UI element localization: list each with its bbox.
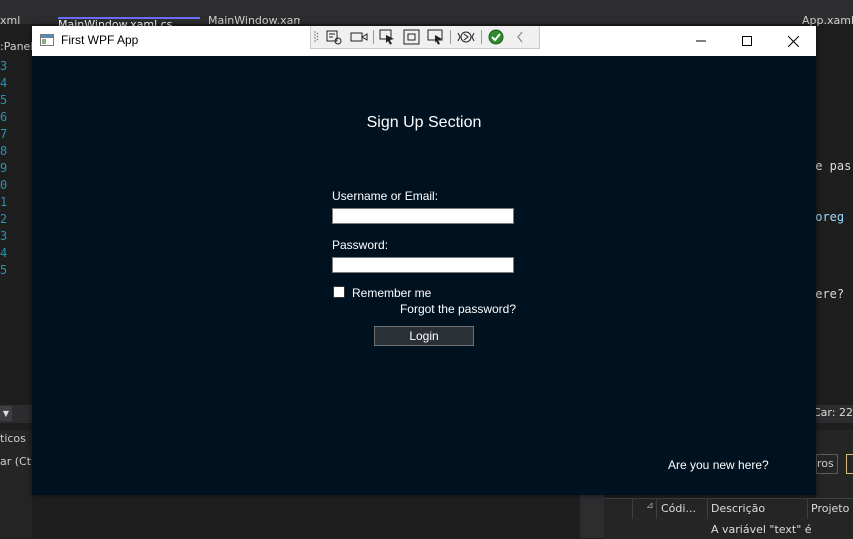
- line-number: 5: [0, 263, 8, 277]
- grip-icon[interactable]: [313, 29, 319, 45]
- maximize-icon: [742, 36, 752, 46]
- ide-navigation-label: :Panel: [0, 40, 34, 53]
- wpf-window-icon: [40, 34, 54, 46]
- toolbar-separator: [373, 30, 374, 44]
- section-title: Sign Up Section: [366, 114, 482, 131]
- column-separator: [807, 499, 808, 519]
- column-separator: [632, 499, 633, 519]
- line-number: 5: [0, 93, 8, 107]
- maximize-button[interactable]: [724, 26, 770, 56]
- display-layout-icon[interactable]: [427, 29, 445, 45]
- minimize-button[interactable]: [678, 26, 724, 56]
- line-number: 6: [0, 110, 8, 124]
- warning-filter-button[interactable]: [846, 454, 853, 474]
- window-title: First WPF App: [61, 33, 139, 47]
- select-element-icon[interactable]: [325, 29, 343, 45]
- toolbar-separator: [481, 30, 482, 44]
- error-row-description[interactable]: A variável "text" é: [711, 523, 812, 536]
- zoom-dropdown-icon[interactable]: ▼: [0, 406, 12, 421]
- sign-up-link[interactable]: Are you new here?: [668, 458, 769, 472]
- login-button[interactable]: Login: [374, 326, 474, 346]
- password-label: Password:: [332, 238, 389, 252]
- ide-tab-bar: xml MainWindow.xaml.cs MainWindow.xaml A…: [0, 0, 853, 31]
- line-number: 4: [0, 246, 8, 260]
- hot-reload-icon[interactable]: [457, 29, 475, 45]
- caret-position: Car: 22: [813, 406, 853, 419]
- line-number: 0: [0, 178, 8, 192]
- line-number: 3: [0, 229, 8, 243]
- minimize-icon: [696, 40, 706, 42]
- line-number: 1: [0, 195, 8, 209]
- preview-selection-icon[interactable]: [403, 29, 421, 45]
- line-number: 2: [0, 212, 8, 226]
- ide-panel-title: ticos: [0, 432, 26, 445]
- ide-tab-xml[interactable]: xml: [0, 15, 20, 27]
- track-focus-icon[interactable]: [379, 29, 397, 45]
- error-column-code[interactable]: Códi...: [661, 502, 696, 515]
- column-separator: [707, 499, 708, 519]
- toolbar-separator: [450, 30, 451, 44]
- error-column-description[interactable]: Descrição: [711, 502, 765, 515]
- password-input[interactable]: [332, 257, 514, 273]
- status-ok-icon[interactable]: [487, 29, 505, 45]
- collapse-toolbar-icon[interactable]: [515, 29, 525, 45]
- line-number: 9: [0, 161, 8, 175]
- line-number: 8: [0, 144, 8, 158]
- ide-line-numbers: 3 4 5 6 7 8 9 0 1 2 3 4 5: [0, 58, 30, 279]
- ide-gutter: [580, 495, 604, 538]
- filter-icon[interactable]: ⊿: [646, 501, 654, 511]
- display-layout-adorners-icon[interactable]: [350, 29, 368, 45]
- filter-button[interactable]: ros: [816, 454, 838, 474]
- remember-me-checkbox[interactable]: [333, 286, 345, 298]
- error-list: ⊿ Códi... Descrição Projeto A variável "…: [604, 498, 853, 539]
- line-number: 3: [0, 59, 8, 73]
- line-number: 7: [0, 127, 8, 141]
- ide-output-panel: [0, 430, 32, 538]
- wpf-window: First WPF App Sign Up Section Username o…: [32, 26, 816, 495]
- error-column-project[interactable]: Projeto: [811, 502, 849, 515]
- username-label: Username or Email:: [332, 189, 439, 203]
- close-icon: [787, 35, 799, 47]
- column-separator: [656, 499, 657, 519]
- close-button[interactable]: [770, 26, 816, 56]
- username-input[interactable]: [332, 208, 514, 224]
- xaml-debug-toolbar: [310, 26, 540, 49]
- forgot-password-link[interactable]: Forgot the password?: [400, 302, 516, 316]
- remember-me-label[interactable]: Remember me: [352, 286, 431, 300]
- line-number: 4: [0, 76, 8, 90]
